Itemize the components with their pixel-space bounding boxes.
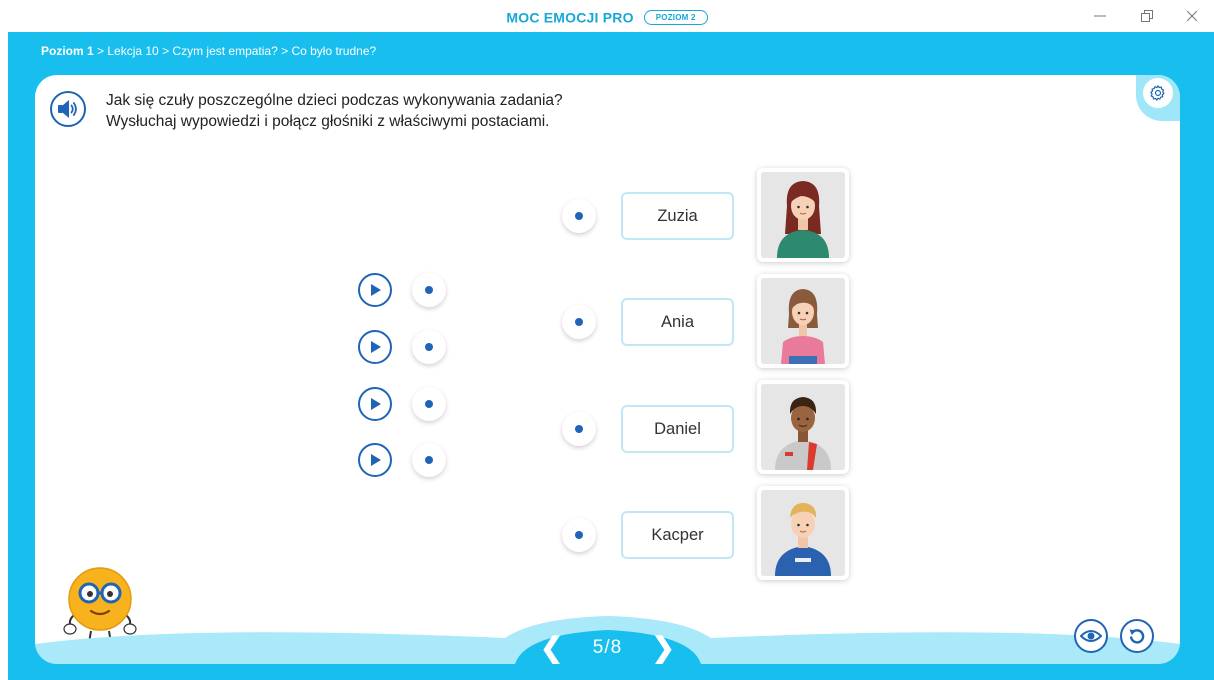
play-audio-button-2[interactable] xyxy=(358,330,392,364)
boy-portrait-image xyxy=(761,490,845,576)
title-bar: MOC EMOCJI PRO POZIOM 2 xyxy=(0,0,1214,32)
instructions-line-2: Wysłuchaj wypowiedzi i połącz głośniki z… xyxy=(106,113,550,130)
read-instructions-button[interactable] xyxy=(50,91,86,127)
eye-icon xyxy=(1080,630,1102,642)
play-audio-button-4[interactable] xyxy=(358,443,392,477)
app-title-text: MOC EMOCJI PRO xyxy=(506,9,634,26)
reset-button[interactable] xyxy=(1120,619,1154,653)
character-portrait-1 xyxy=(757,168,849,262)
character-name-3: Daniel xyxy=(621,405,734,453)
play-icon xyxy=(371,454,381,466)
audio-connector-4[interactable] xyxy=(412,443,446,477)
boy-portrait-image xyxy=(761,384,845,470)
next-page-button[interactable]: ❯ xyxy=(652,633,675,662)
character-name-1: Zuzia xyxy=(621,192,734,240)
show-answers-button[interactable] xyxy=(1074,619,1108,653)
restore-icon xyxy=(1141,10,1153,22)
instructions-line-1: Jak się czuły poszczególne dzieci podcza… xyxy=(106,92,563,109)
play-icon xyxy=(371,284,381,296)
play-audio-button-3[interactable] xyxy=(358,387,392,421)
girl-portrait-image xyxy=(761,172,845,258)
level-badge: POZIOM 2 xyxy=(643,9,708,25)
play-icon xyxy=(371,341,381,353)
current-page: 5 xyxy=(592,636,605,658)
breadcrumb-level[interactable]: Poziom 1 xyxy=(41,44,94,58)
instructions: Jak się czuły poszczególne dzieci podcza… xyxy=(106,90,563,132)
breadcrumb: Poziom 1 > Lekcja 10 > Czym jest empatia… xyxy=(41,44,376,58)
character-connector-1[interactable] xyxy=(562,199,596,233)
play-icon xyxy=(371,398,381,410)
girl-portrait-image xyxy=(761,278,845,364)
close-icon xyxy=(1186,10,1198,22)
character-portrait-4 xyxy=(757,486,849,580)
pagination: ❮ 5/8 ❯ xyxy=(540,631,675,664)
minimize-button[interactable] xyxy=(1089,7,1111,25)
character-portrait-3 xyxy=(757,380,849,474)
speaker-icon xyxy=(58,100,77,118)
audio-connector-3[interactable] xyxy=(412,387,446,421)
character-connector-3[interactable] xyxy=(562,412,596,446)
exercise-card: Jak się czuły poszczególne dzieci podcza… xyxy=(35,75,1180,664)
character-name-4: Kacper xyxy=(621,511,734,559)
app-frame: Poziom 1 > Lekcja 10 > Czym jest empatia… xyxy=(8,32,1214,680)
settings-button[interactable] xyxy=(1143,78,1173,108)
app-title: MOC EMOCJI PRO POZIOM 2 xyxy=(0,8,1214,25)
character-name-2: Ania xyxy=(621,298,734,346)
page-indicator: 5/8 xyxy=(593,637,622,659)
character-portrait-2 xyxy=(757,274,849,368)
previous-page-button[interactable]: ❮ xyxy=(540,633,563,662)
audio-connector-1[interactable] xyxy=(412,273,446,307)
character-connector-2[interactable] xyxy=(562,305,596,339)
breadcrumb-path[interactable]: > Lekcja 10 > Czym jest empatia? > Co by… xyxy=(94,44,376,58)
close-button[interactable] xyxy=(1181,7,1203,25)
play-audio-button-1[interactable] xyxy=(358,273,392,307)
minimize-icon xyxy=(1094,15,1106,17)
audio-connector-2[interactable] xyxy=(412,330,446,364)
total-pages: 8 xyxy=(610,636,623,658)
gear-icon xyxy=(1150,85,1165,101)
restore-button[interactable] xyxy=(1136,7,1158,25)
character-connector-4[interactable] xyxy=(562,518,596,552)
reset-icon xyxy=(1129,629,1145,644)
